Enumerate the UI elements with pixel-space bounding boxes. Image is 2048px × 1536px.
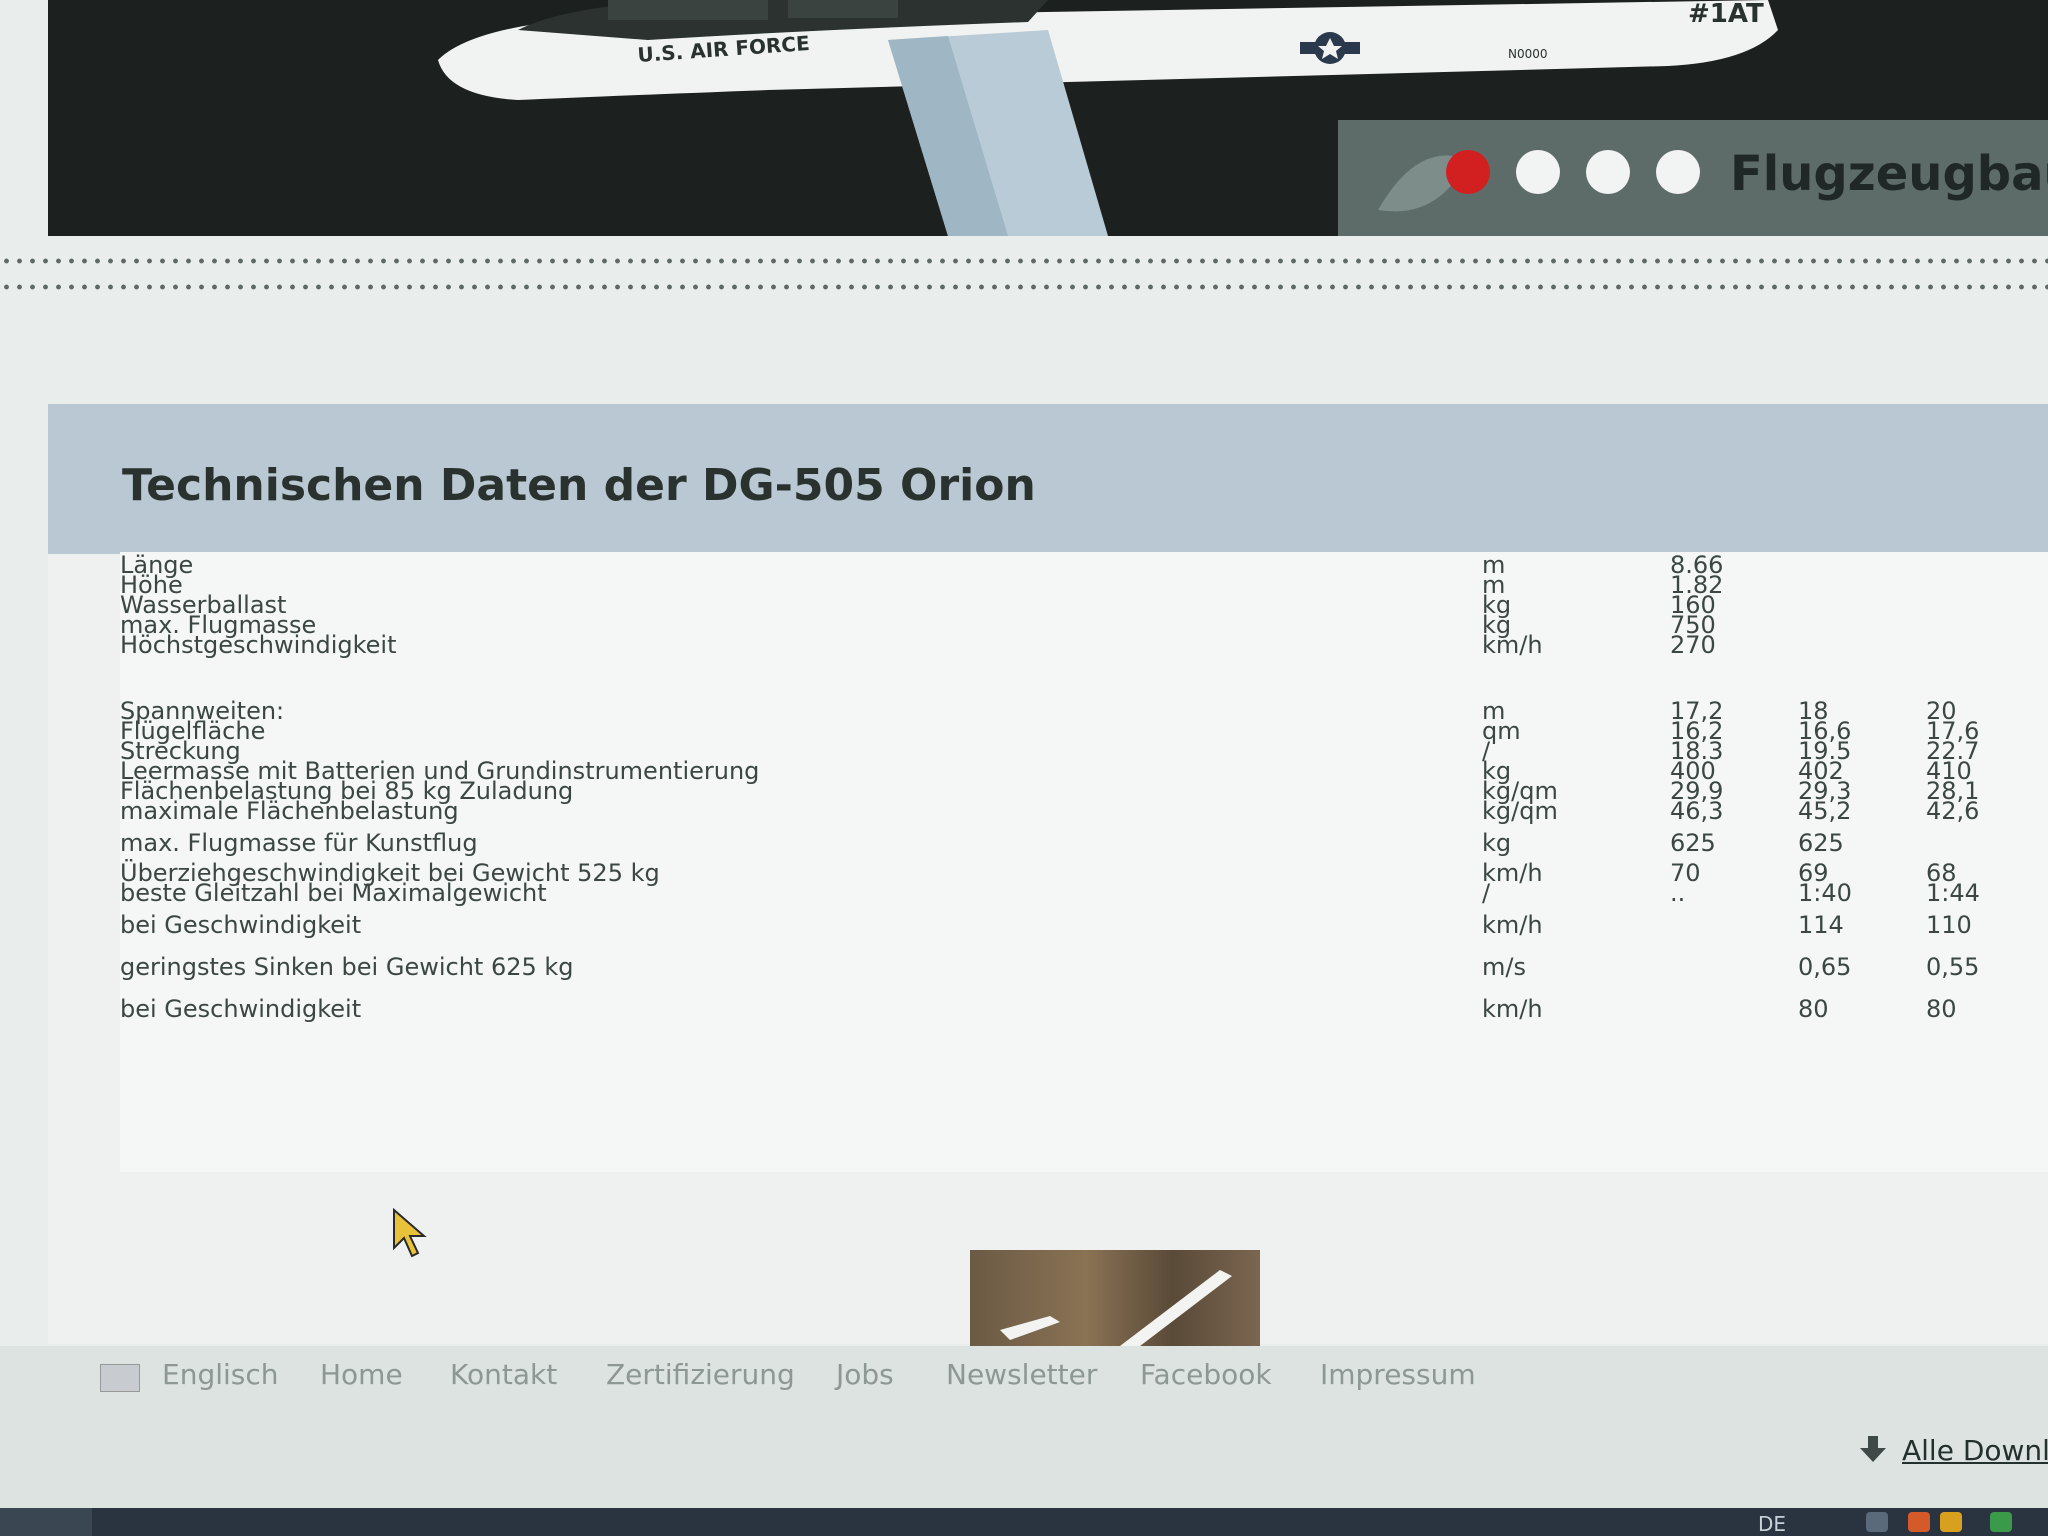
tray-network-icon[interactable] (1908, 1512, 1930, 1532)
spec-v2-16: 80 (1798, 995, 1829, 1023)
slide-dot-2[interactable] (1516, 150, 1560, 194)
slide-dot-1[interactable] (1446, 150, 1490, 194)
tray-shield-icon[interactable] (1990, 1512, 2012, 1532)
nav-kontakt[interactable]: Kontakt (450, 1358, 557, 1391)
spec-label-10: maximale Flächenbelastung (120, 797, 459, 825)
spec-unit-14: km/h (1482, 911, 1543, 939)
spec-v2-13: 1:40 (1798, 879, 1852, 907)
spec-label-11: max. Flugmasse für Kunstflug (120, 829, 478, 857)
nav-language[interactable]: Englisch (162, 1358, 279, 1391)
nav-zertifizierung[interactable]: Zertifizierung (606, 1358, 795, 1391)
dotted-separator (0, 258, 2048, 264)
spec-v3-14: 110 (1926, 911, 1972, 939)
download-all-link[interactable]: Alle Downlo (1902, 1434, 2048, 1467)
nav-newsletter[interactable]: Newsletter (946, 1358, 1097, 1391)
tray-window-icon[interactable] (1866, 1512, 1888, 1532)
spec-label-14: bei Geschwindigkeit (120, 911, 362, 939)
taskbar (0, 1508, 2048, 1536)
spec-label-13: beste Gleitzahl bei Maximalgewicht (120, 879, 547, 907)
spec-v2-10: 45,2 (1798, 797, 1852, 825)
spec-unit-11: kg (1482, 829, 1512, 857)
spec-v3-15: 0,55 (1926, 953, 1980, 981)
slide-dot-4[interactable] (1656, 150, 1700, 194)
spec-label-15: geringstes Sinken bei Gewicht 625 kg (120, 953, 574, 981)
glider-thumbnail-image (1000, 1270, 1232, 1346)
nav-jobs[interactable]: Jobs (836, 1358, 894, 1391)
dotted-separator (0, 284, 2048, 290)
slide-dot-3[interactable] (1586, 150, 1630, 194)
spec-unit-16: km/h (1482, 995, 1543, 1023)
nav-impressum[interactable]: Impressum (1320, 1358, 1476, 1391)
page-title: Technischen Daten der DG-505 Orion (122, 460, 1036, 511)
start-button[interactable] (0, 1508, 92, 1536)
tray-globe-icon[interactable] (1940, 1512, 1962, 1532)
spec-v3-10: 42,6 (1926, 797, 1980, 825)
nav-facebook[interactable]: Facebook (1140, 1358, 1272, 1391)
spec-v3-16: 80 (1926, 995, 1957, 1023)
tail-code: #1AT (1688, 0, 1764, 29)
spec-v1-10: 46,3 (1670, 797, 1724, 825)
spec-v2-11: 625 (1798, 829, 1844, 857)
spec-label-16: bei Geschwindigkeit (120, 995, 362, 1023)
english-flag-icon[interactable] (100, 1364, 140, 1392)
mouse-cursor-icon (393, 1208, 427, 1258)
serial-number: N0000 (1508, 47, 1548, 61)
spec-v3-13: 1:44 (1926, 879, 1980, 907)
glider-thumbnail[interactable] (970, 1250, 1260, 1346)
spec-unit-15: m/s (1482, 953, 1526, 981)
spec-label-4: Höchstgeschwindigkeit (120, 631, 397, 659)
nav-home[interactable]: Home (320, 1358, 403, 1391)
spec-unit-4: km/h (1482, 631, 1543, 659)
download-icon[interactable] (1858, 1434, 1888, 1464)
spec-v1-11: 625 (1670, 829, 1716, 857)
spec-v1-4: 270 (1670, 631, 1716, 659)
hero-title: Flugzeugbau (1730, 146, 2048, 202)
content-panel: Technischen Daten der DG-505 Orion Länge… (48, 404, 2048, 1344)
spec-v2-14: 114 (1798, 911, 1844, 939)
tray-language[interactable]: DE (1758, 1512, 1786, 1536)
spec-v1-13: .. (1670, 879, 1686, 907)
spec-unit-13: / (1482, 879, 1491, 907)
spec-v2-15: 0,65 (1798, 953, 1852, 981)
specs-table: Länge m 8.66 Höhe m 1.82 Wasserballast kg 160 max… (120, 552, 2048, 1172)
spec-unit-12: km/h (1482, 859, 1543, 887)
spec-unit-10: kg/qm (1482, 797, 1558, 825)
